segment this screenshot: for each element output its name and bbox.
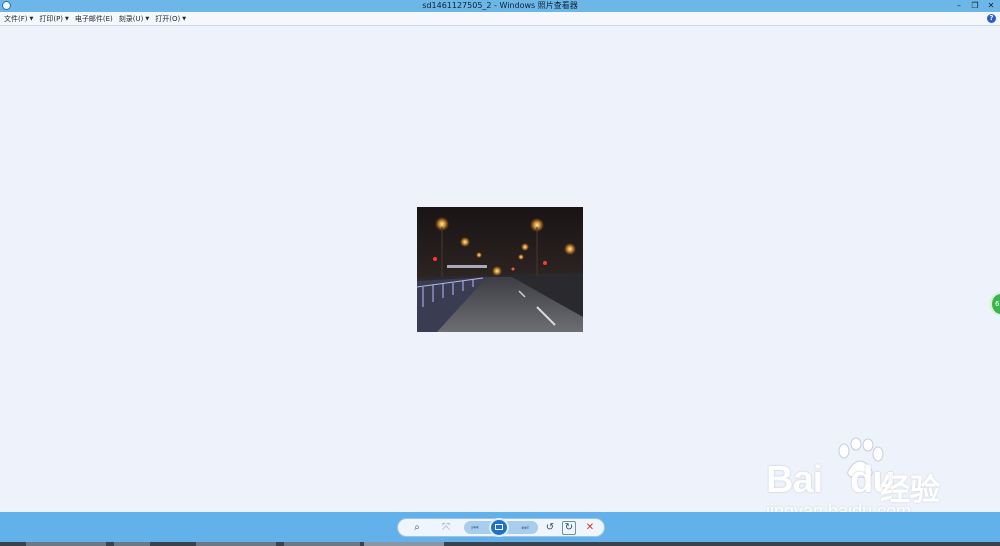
window-title: sd1461127505_2 - Windows 照片查看器	[422, 1, 578, 10]
taskbar-item-active[interactable]	[364, 542, 444, 546]
minimize-button[interactable]: –	[954, 1, 964, 11]
taskbar-item[interactable]	[196, 542, 276, 546]
menu-burn-label: 刻录(U)	[118, 15, 144, 23]
next-button[interactable]: ⏭	[518, 520, 532, 535]
menu-print-label: 打印(P)	[39, 15, 64, 23]
taskbar-item[interactable]	[26, 542, 106, 546]
fit-to-window-icon[interactable]: ⤧	[440, 520, 452, 535]
window-controls: – ❐ ✕	[954, 0, 996, 12]
taskbar-item[interactable]	[114, 542, 150, 546]
taskbar-item[interactable]	[284, 542, 360, 546]
delete-icon[interactable]: ✕	[584, 520, 596, 535]
chevron-down-icon: ▼	[29, 16, 34, 22]
photo-image	[417, 207, 583, 332]
zoom-icon[interactable]: ⌕	[408, 520, 426, 535]
side-badge[interactable]: 63	[990, 292, 1000, 316]
menu-open[interactable]: 打开(O) ▼	[155, 14, 186, 24]
taskbar	[0, 542, 1000, 546]
restore-button[interactable]: ❐	[970, 1, 980, 11]
menu-file[interactable]: 文件(F) ▼	[4, 14, 33, 24]
close-button[interactable]: ✕	[986, 1, 996, 11]
rotate-right-icon[interactable]: ↻	[562, 521, 576, 535]
menu-print[interactable]: 打印(P) ▼	[39, 14, 69, 24]
rotate-left-icon[interactable]: ↺	[544, 520, 556, 535]
watermark-brand: Bai du	[766, 459, 896, 502]
chevron-down-icon: ▼	[145, 16, 150, 22]
watermark-brand-part1: Bai	[766, 459, 823, 501]
viewer-controls: ⌕ ⤧ ⏮ ⏭ ↺ ↻ ✕	[397, 518, 605, 537]
previous-button[interactable]: ⏮	[468, 520, 482, 535]
chevron-down-icon: ▼	[182, 16, 187, 22]
menu-email[interactable]: 电子邮件(E)	[75, 14, 113, 24]
menu-open-label: 打开(O)	[155, 15, 181, 23]
slideshow-icon	[495, 524, 503, 530]
chevron-down-icon: ▼	[65, 16, 69, 22]
menu-bar: 文件(F) ▼ 打印(P) ▼ 电子邮件(E) 刻录(U) ▼ 打开(O) ▼ ?	[0, 12, 1000, 26]
menu-file-label: 文件(F)	[4, 15, 28, 23]
menu-items: 文件(F) ▼ 打印(P) ▼ 电子邮件(E) 刻录(U) ▼ 打开(O) ▼	[4, 12, 186, 26]
title-bar: sd1461127505_2 - Windows 照片查看器 – ❐ ✕	[0, 0, 1000, 12]
slideshow-button[interactable]	[489, 518, 509, 537]
help-icon[interactable]: ?	[987, 14, 996, 23]
menu-burn[interactable]: 刻录(U) ▼	[119, 14, 149, 24]
menu-email-label: 电子邮件(E)	[74, 15, 113, 23]
night-road-photo	[417, 207, 583, 332]
